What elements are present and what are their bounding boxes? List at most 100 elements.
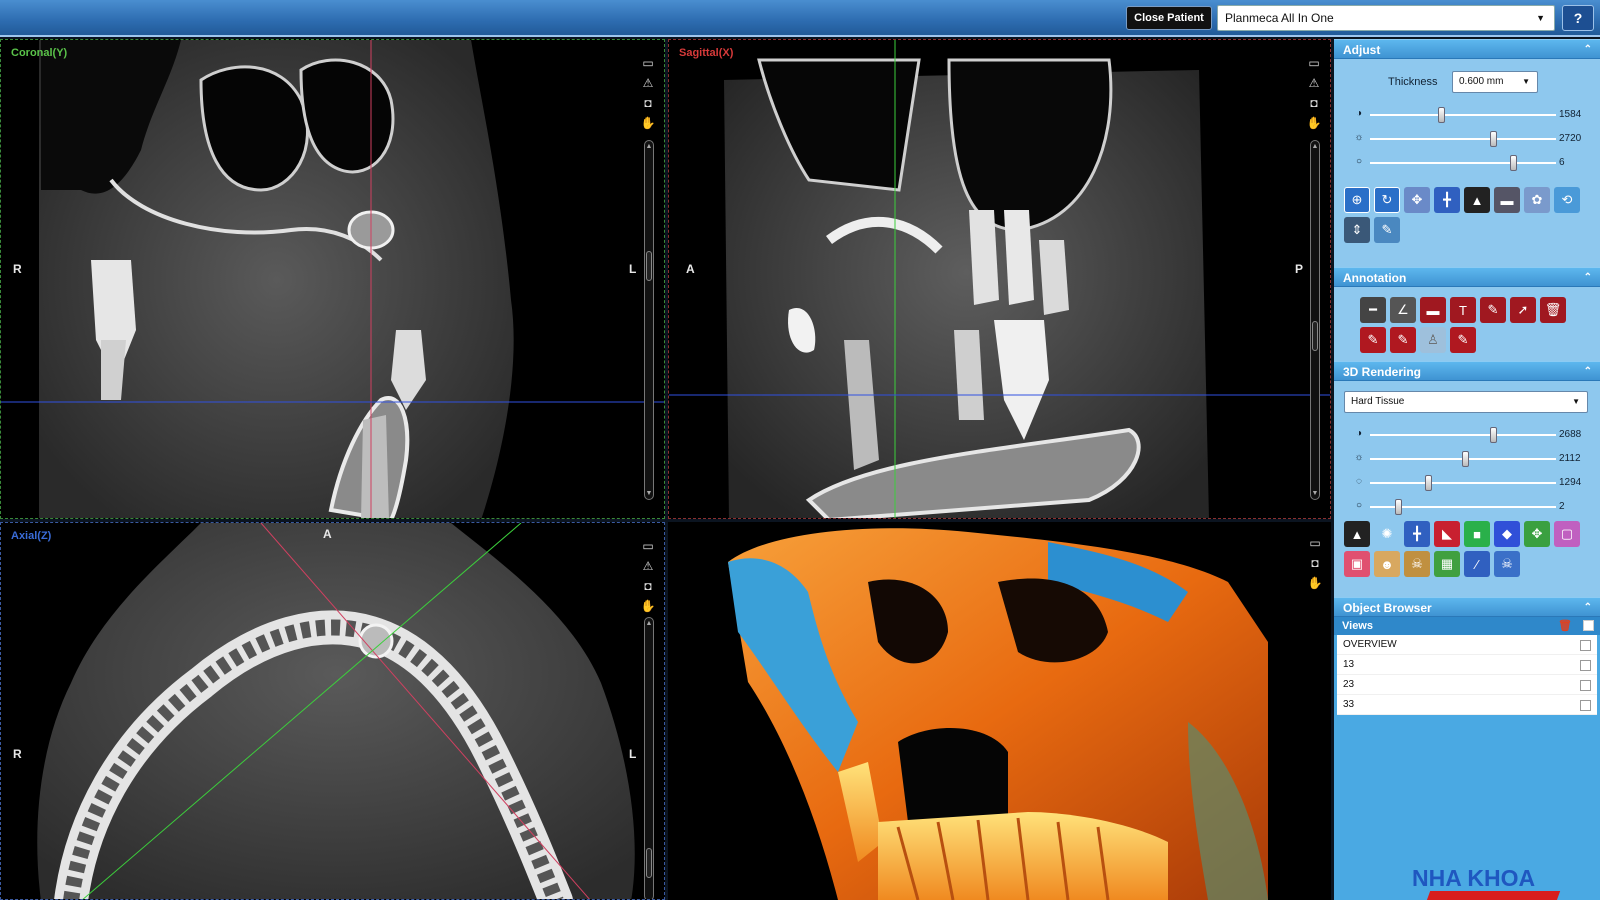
skull-xray-icon[interactable]: ☠ bbox=[1494, 551, 1520, 577]
view-checkbox[interactable] bbox=[1580, 660, 1591, 671]
scroll-down-icon[interactable]: ▼ bbox=[1311, 490, 1319, 497]
measure-icon[interactable]: ⚠ bbox=[640, 76, 656, 91]
camera-icon[interactable]: ◘ bbox=[1307, 556, 1323, 571]
light-icon[interactable]: ✺ bbox=[1374, 521, 1400, 547]
arrow-annotation-icon[interactable]: ➚ bbox=[1510, 297, 1536, 323]
scroll-up-icon[interactable]: ▲ bbox=[645, 143, 653, 150]
axis-tool-icon[interactable]: ✥ bbox=[1404, 187, 1430, 213]
slider-track[interactable] bbox=[1370, 138, 1556, 140]
slice-icon[interactable]: ⁄ bbox=[1464, 551, 1490, 577]
pan-tool-icon[interactable]: ⇕ bbox=[1344, 217, 1370, 243]
grid-icon[interactable]: ▦ bbox=[1434, 551, 1460, 577]
view-list-item[interactable]: 23 bbox=[1337, 675, 1597, 695]
pan-hand-icon[interactable]: ✋ bbox=[640, 599, 656, 614]
settings-wrench-icon[interactable]: ✎ bbox=[1374, 217, 1400, 243]
scroll-thumb[interactable] bbox=[1312, 321, 1318, 351]
view-list-item[interactable]: 13 bbox=[1337, 655, 1597, 675]
maximize-icon[interactable]: ▭ bbox=[1307, 536, 1323, 551]
view-list-item[interactable]: OVERVIEW bbox=[1337, 635, 1597, 655]
collapse-icon[interactable]: ⌃ bbox=[1584, 40, 1592, 60]
scroll-down-icon[interactable]: ▼ bbox=[645, 490, 653, 497]
slider-handle[interactable] bbox=[1489, 131, 1497, 147]
marker-tool-icon[interactable]: ✎ bbox=[1450, 327, 1476, 353]
volume-crop-icon[interactable]: ▣ bbox=[1344, 551, 1370, 577]
3d-render-viewport[interactable]: ▭ ◘ ✋ bbox=[668, 522, 1331, 900]
axial-slice-scrollbar[interactable]: ▲ bbox=[644, 617, 654, 899]
slider-handle[interactable] bbox=[1489, 427, 1497, 443]
delete-annotation-icon[interactable]: 🗑 bbox=[1540, 297, 1566, 323]
skull-hard-icon[interactable]: ☠ bbox=[1404, 551, 1430, 577]
measure-icon[interactable]: ⚠ bbox=[1306, 76, 1322, 91]
reset-icon[interactable]: ⟲ bbox=[1554, 187, 1580, 213]
rendering-section-header[interactable]: 3D Rendering ⌃ bbox=[1334, 361, 1600, 381]
object-browser-header[interactable]: Object Browser ⌃ bbox=[1334, 597, 1600, 617]
slider-track[interactable] bbox=[1370, 434, 1556, 436]
help-button[interactable]: ? bbox=[1562, 5, 1594, 31]
view-list-item[interactable]: 33 bbox=[1337, 695, 1597, 715]
device-select[interactable]: Planmeca All In One ▼ bbox=[1217, 5, 1555, 31]
collapse-icon[interactable]: ⌃ bbox=[1584, 362, 1592, 382]
image-mode-icon[interactable]: ▲ bbox=[1464, 187, 1490, 213]
axes-icon[interactable]: ✥ bbox=[1524, 521, 1550, 547]
camera-icon[interactable]: ◘ bbox=[640, 579, 656, 594]
scroll-up-icon[interactable]: ▲ bbox=[645, 620, 653, 627]
slider-handle[interactable] bbox=[1394, 499, 1402, 515]
view-checkbox[interactable] bbox=[1580, 700, 1591, 711]
zoom-icon[interactable]: ⊕ bbox=[1344, 187, 1370, 213]
text-annotation-icon[interactable]: T bbox=[1450, 297, 1476, 323]
collapse-icon[interactable]: ⌃ bbox=[1584, 598, 1592, 618]
close-patient-button[interactable]: Close Patient bbox=[1126, 6, 1212, 30]
clip-plane-icon[interactable]: ◣ bbox=[1434, 521, 1460, 547]
skull-soft-icon[interactable]: ☻ bbox=[1374, 551, 1400, 577]
nerve-tool-icon[interactable]: ✎ bbox=[1360, 327, 1386, 353]
crosshair-icon[interactable]: ╋ bbox=[1434, 187, 1460, 213]
view-checkbox[interactable] bbox=[1580, 680, 1591, 691]
maximize-icon[interactable]: ▭ bbox=[640, 539, 656, 554]
measure-icon[interactable]: ⚠ bbox=[640, 559, 656, 574]
blue-plane-icon[interactable]: ◆ bbox=[1494, 521, 1520, 547]
camera-icon[interactable]: ◘ bbox=[640, 96, 656, 111]
coronal-slice-scrollbar[interactable]: ▲ ▼ bbox=[644, 140, 654, 500]
scroll-thumb[interactable] bbox=[646, 848, 652, 878]
sagittal-slice-scrollbar[interactable]: ▲ ▼ bbox=[1310, 140, 1320, 500]
implant-tool-icon[interactable]: ✎ bbox=[1390, 327, 1416, 353]
collapse-icon[interactable]: ⌃ bbox=[1584, 268, 1592, 288]
trash-icon[interactable]: 🗑 bbox=[1558, 617, 1572, 635]
sagittal-viewport[interactable]: Sagittal(X) A P ▭ ⚠ ◘ ✋ ▲ ▼ bbox=[668, 39, 1331, 519]
slider-handle[interactable] bbox=[1510, 155, 1518, 171]
annotation-section-header[interactable]: Annotation ⌃ bbox=[1334, 267, 1600, 287]
pan-hand-icon[interactable]: ✋ bbox=[640, 116, 656, 131]
maximize-icon[interactable]: ▭ bbox=[1306, 56, 1322, 71]
render-preset-select[interactable]: Hard Tissue ▼ bbox=[1344, 391, 1588, 413]
slider-handle[interactable] bbox=[1424, 475, 1432, 491]
axial-viewport[interactable]: Axial(Z) A R L ▭ ⚠ ◘ ✋ ▲ bbox=[0, 522, 665, 900]
window-icon[interactable]: ▬ bbox=[1494, 187, 1520, 213]
box-crop-icon[interactable]: ▢ bbox=[1554, 521, 1580, 547]
view-checkbox[interactable] bbox=[1580, 640, 1591, 651]
line-measure-icon[interactable]: ━ bbox=[1360, 297, 1386, 323]
angle-measure-icon[interactable]: ∠ bbox=[1390, 297, 1416, 323]
thickness-select[interactable]: 0.600 mm ▼ bbox=[1452, 71, 1538, 93]
coronal-viewport[interactable]: Coronal(Y) R L ▭ ⚠ ◘ ✋ ▲ ▼ bbox=[0, 39, 665, 519]
scroll-up-icon[interactable]: ▲ bbox=[1311, 143, 1319, 150]
area-measure-icon[interactable]: ▬ bbox=[1420, 297, 1446, 323]
slider-track[interactable] bbox=[1370, 162, 1556, 164]
image-mode-icon[interactable]: ▲ bbox=[1344, 521, 1370, 547]
slider-track[interactable] bbox=[1370, 114, 1556, 116]
pan-hand-icon[interactable]: ✋ bbox=[1307, 576, 1323, 591]
select-all-checkbox[interactable] bbox=[1583, 620, 1594, 631]
palette-icon[interactable]: ✿ bbox=[1524, 187, 1550, 213]
camera-icon[interactable]: ◘ bbox=[1306, 96, 1322, 111]
slider-handle[interactable] bbox=[1461, 451, 1469, 467]
tooth-tool-icon[interactable]: ♙ bbox=[1420, 327, 1446, 353]
slider-track[interactable] bbox=[1370, 482, 1556, 484]
slider-handle[interactable] bbox=[1437, 107, 1445, 123]
adjust-section-header[interactable]: Adjust ⌃ bbox=[1334, 39, 1600, 59]
green-plane-icon[interactable]: ■ bbox=[1464, 521, 1490, 547]
pen-annotation-icon[interactable]: ✎ bbox=[1480, 297, 1506, 323]
pan-hand-icon[interactable]: ✋ bbox=[1306, 116, 1322, 131]
rotate-icon[interactable]: ↻ bbox=[1374, 187, 1400, 213]
scroll-thumb[interactable] bbox=[646, 251, 652, 281]
maximize-icon[interactable]: ▭ bbox=[640, 56, 656, 71]
crosshair-icon[interactable]: ╋ bbox=[1404, 521, 1430, 547]
